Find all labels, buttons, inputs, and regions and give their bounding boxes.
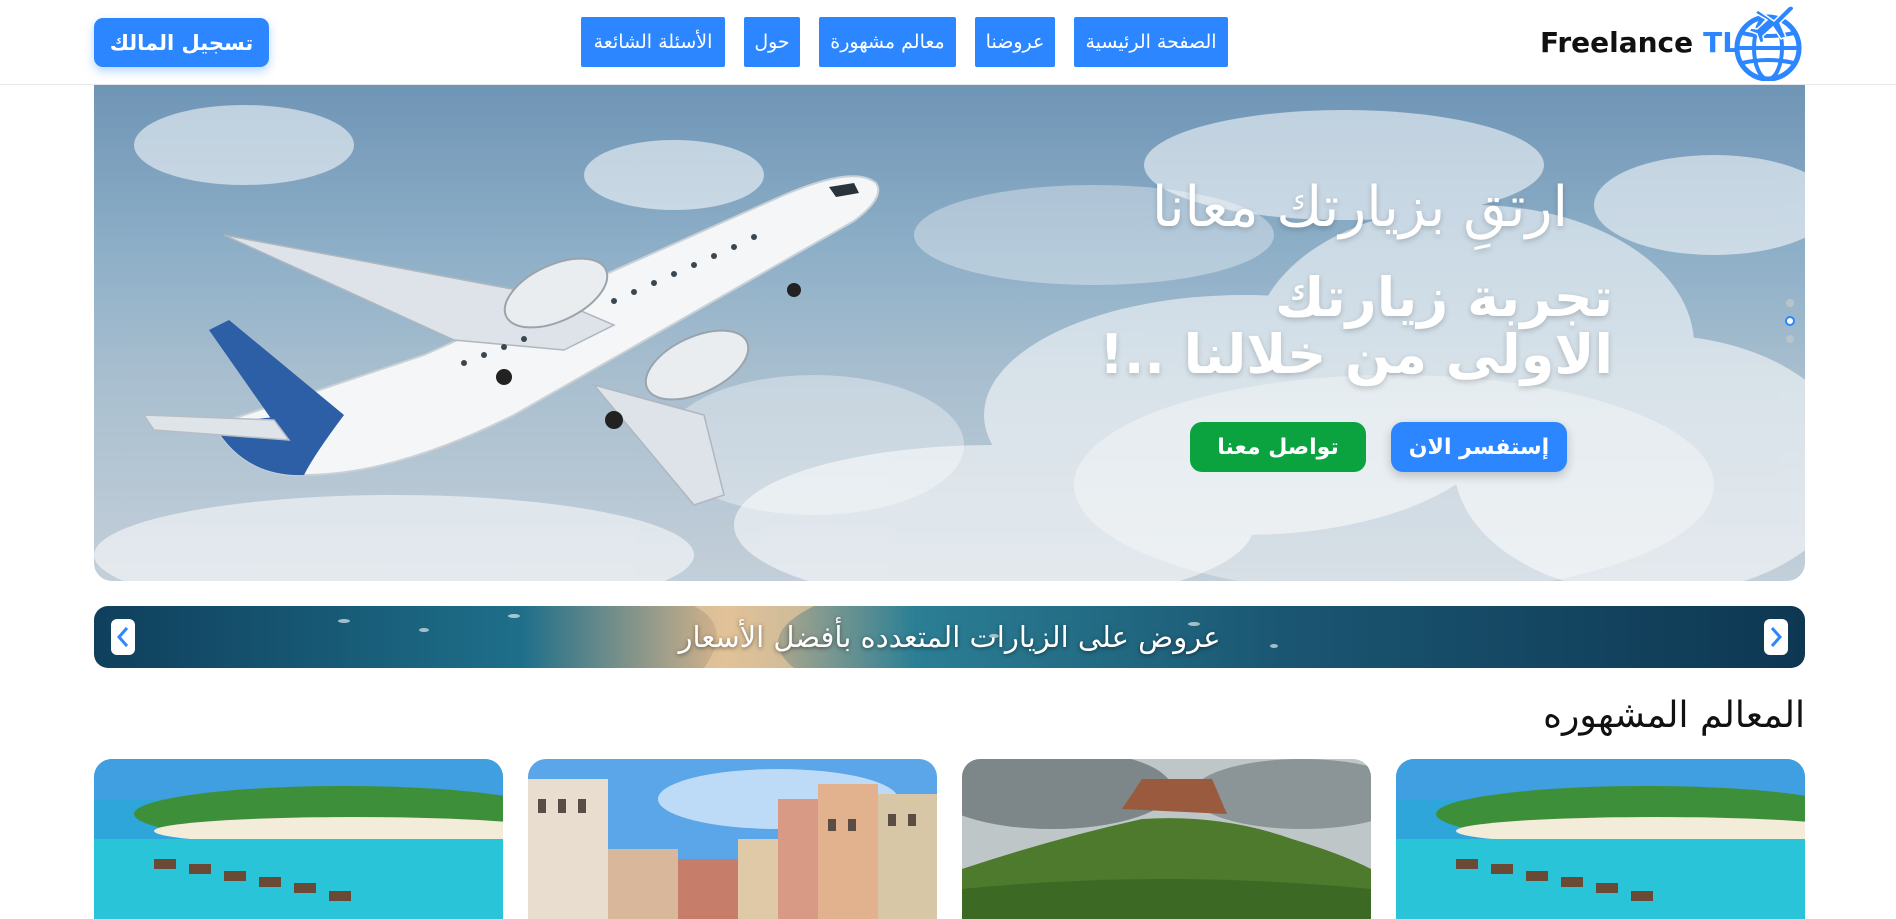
sigiriya-rock-image — [962, 759, 1371, 919]
slider-dot-1[interactable] — [1786, 299, 1794, 307]
inquire-now-button[interactable]: إستفسر الان — [1391, 422, 1567, 472]
offers-text: عروض على الزيارات المتعدده بأفضل الأسعار — [678, 620, 1221, 654]
maldives-beach-image — [1396, 759, 1805, 919]
landmark-card-venice[interactable] — [528, 759, 937, 919]
nav-faq[interactable]: الأسئلة الشائعة — [581, 17, 725, 67]
contact-us-button[interactable]: تواصل معنا — [1190, 422, 1366, 472]
hero-slider: ارتقِ بزيارتك معانا تجربة زيارتك الاولى … — [94, 85, 1805, 581]
site-header: تسجيل المالك الأسئلة الشائعة حول معالم م… — [0, 0, 1896, 85]
hero-subtitle: تجربة زيارتك الاولى من خلالنا ..! — [1099, 266, 1613, 386]
chevron-right-icon — [1770, 627, 1783, 647]
maldives-beach-image — [94, 759, 503, 919]
nav-about[interactable]: حول — [744, 17, 800, 67]
landmark-card-sigiriya[interactable] — [962, 759, 1371, 919]
nav-home[interactable]: الصفحة الرئيسية — [1074, 17, 1228, 67]
brand-text: Freelance — [1540, 25, 1694, 59]
offers-banner: عروض على الزيارات المتعدده بأفضل الأسعار — [94, 606, 1805, 668]
owner-login-button[interactable]: تسجيل المالك — [94, 18, 269, 67]
brand-name[interactable]: Freelance TL — [1540, 22, 1740, 62]
slider-dot-2[interactable] — [1785, 316, 1795, 326]
landmark-card-maldives-2[interactable] — [1396, 759, 1805, 919]
venice-canal-image — [528, 759, 937, 919]
landmarks-section-title: المعالم المشهوره — [1543, 695, 1805, 736]
slider-dot-3[interactable] — [1786, 335, 1794, 343]
hero-title: ارتقِ بزيارتك معانا — [1151, 175, 1569, 240]
globe-plane-logo-icon[interactable] — [1730, 3, 1804, 81]
landmark-card-maldives-1[interactable] — [94, 759, 503, 919]
nav-landmarks[interactable]: معالم مشهورة — [819, 17, 956, 67]
next-arrow-button[interactable] — [1764, 619, 1788, 655]
nav-offers[interactable]: عروضنا — [975, 17, 1055, 67]
